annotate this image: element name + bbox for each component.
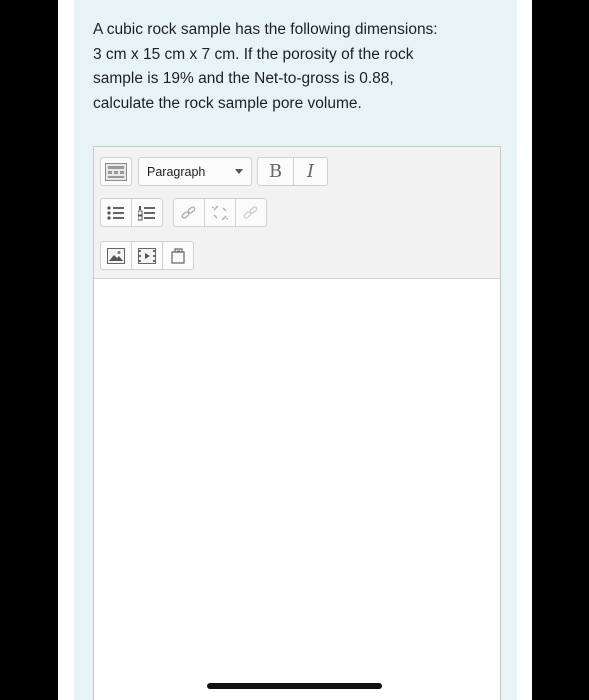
link-icon xyxy=(181,205,196,219)
link-disabled-button[interactable] xyxy=(235,198,267,227)
ordered-list-button[interactable] xyxy=(131,198,163,227)
toolbar-toggle-icon xyxy=(105,162,127,181)
unlink-icon xyxy=(211,205,229,220)
paragraph-format-select[interactable]: Paragraph xyxy=(138,157,252,186)
question-line: A cubic rock sample has the following di… xyxy=(93,21,438,38)
manage-files-icon xyxy=(171,247,185,264)
media-icon xyxy=(138,247,156,264)
unlink-button[interactable] xyxy=(204,198,236,227)
unordered-list-icon xyxy=(107,205,124,220)
unordered-list-button[interactable] xyxy=(100,198,132,227)
question-card: A cubic rock sample has the following di… xyxy=(74,0,517,700)
toolbar-toggle-button[interactable] xyxy=(100,157,132,186)
italic-button[interactable]: I xyxy=(293,157,328,186)
home-indicator[interactable] xyxy=(207,683,382,689)
manage-files-button[interactable] xyxy=(162,241,194,270)
link-disabled-icon xyxy=(243,205,258,219)
question-line: 3 cm x 15 cm x 7 cm. If the porosity of … xyxy=(93,45,414,63)
image-icon xyxy=(107,247,125,264)
question-line: calculate the rock sample pore volume. xyxy=(93,94,362,112)
editor-text-area[interactable] xyxy=(94,279,500,700)
answer-editor: Paragraph B I xyxy=(93,146,501,700)
link-button[interactable] xyxy=(173,198,205,227)
question-line: sample is 19% and the Net-to-gross is 0.… xyxy=(93,70,394,87)
insert-image-button[interactable] xyxy=(100,241,132,270)
bold-label: B xyxy=(268,161,283,182)
bold-button[interactable]: B xyxy=(257,157,294,186)
italic-label: I xyxy=(306,161,315,182)
phone-screen: A cubic rock sample has the following di… xyxy=(58,0,532,700)
paragraph-format-label: Paragraph xyxy=(147,164,206,179)
chevron-down-icon xyxy=(235,169,243,174)
ordered-list-icon xyxy=(138,205,155,220)
editor-toolbar: Paragraph B I xyxy=(94,147,500,279)
question-text: A cubic rock sample has the following di… xyxy=(93,18,503,116)
insert-media-button[interactable] xyxy=(131,241,163,270)
